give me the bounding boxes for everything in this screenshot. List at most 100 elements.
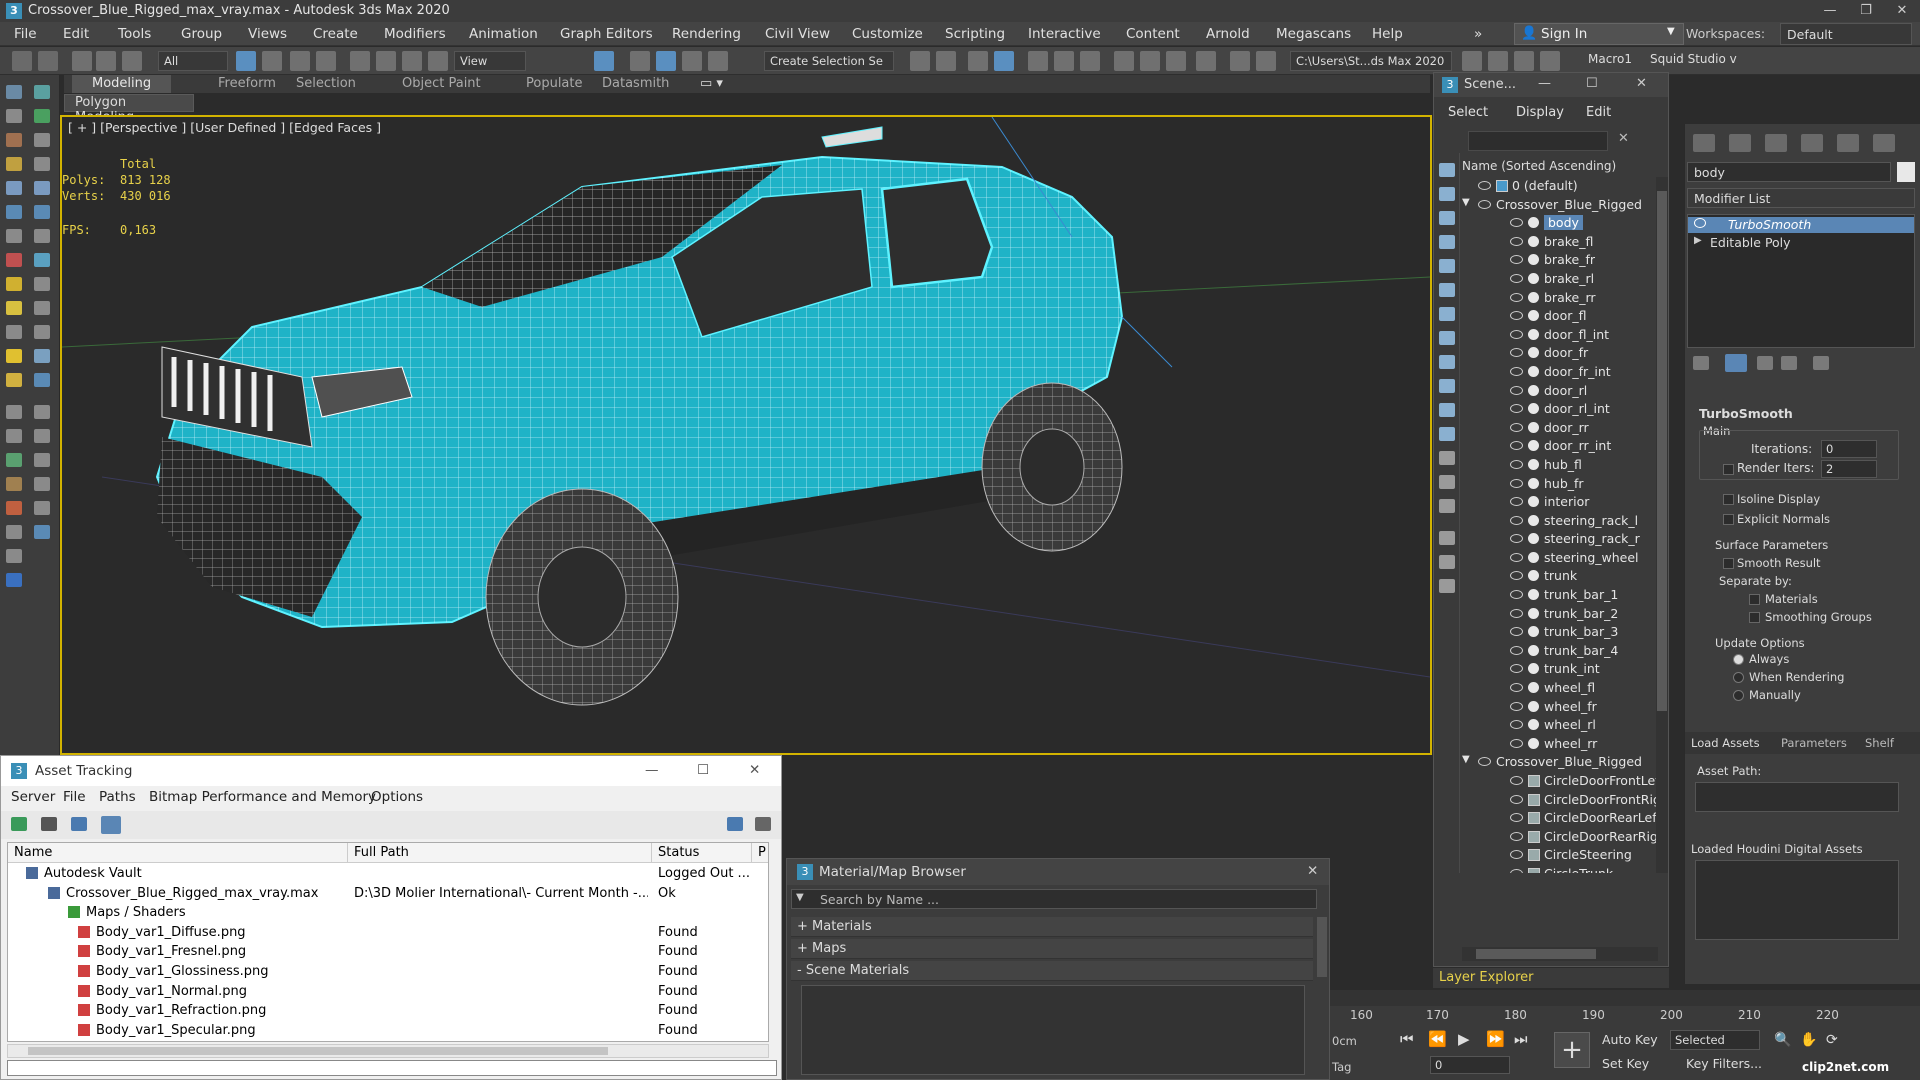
- tab-object-paint[interactable]: Object Paint: [402, 75, 481, 93]
- orbit-icon[interactable]: ⟳: [1826, 1032, 1838, 1048]
- visibility-eye-icon[interactable]: [1510, 831, 1523, 841]
- link-icon[interactable]: [72, 51, 92, 71]
- scene-tree-row[interactable]: trunk_int: [1462, 660, 1658, 679]
- visibility-eye-icon[interactable]: [1510, 273, 1523, 283]
- menu-select[interactable]: Select: [1448, 105, 1488, 120]
- make-unique-icon[interactable]: [1757, 356, 1773, 370]
- render-production-icon[interactable]: [1166, 51, 1186, 71]
- render-dot-icon[interactable]: [1528, 365, 1539, 377]
- current-frame-field[interactable]: 0: [1430, 1056, 1510, 1074]
- scene-tree-row[interactable]: door_fl_int: [1462, 326, 1658, 345]
- render-iters-checkbox[interactable]: [1723, 464, 1734, 475]
- scale-icon[interactable]: [402, 51, 422, 71]
- use-pivot-icon[interactable]: [594, 51, 614, 71]
- display-containers-icon[interactable]: [1439, 379, 1455, 393]
- loop-icon[interactable]: [34, 229, 50, 243]
- render-dot-icon[interactable]: [1528, 514, 1539, 526]
- hscrollbar-thumb[interactable]: [1476, 949, 1596, 959]
- render-dot-icon[interactable]: [1528, 700, 1539, 712]
- filter-icon[interactable]: [6, 549, 22, 563]
- scene-scrollbar[interactable]: [1656, 177, 1668, 873]
- render-dot-icon[interactable]: [1528, 254, 1539, 266]
- layer-explorer-icon[interactable]: [968, 51, 988, 71]
- a360-icon[interactable]: [1256, 51, 1276, 71]
- sign-in-dropdown[interactable]: 👤 Sign In ▼: [1514, 23, 1684, 45]
- go-to-start-icon[interactable]: ⏮: [1400, 1030, 1414, 1048]
- time-slider[interactable]: [1330, 990, 1920, 1006]
- render-dot-icon[interactable]: [1528, 589, 1539, 601]
- table-row[interactable]: Body_var1_Normal.png Found: [8, 982, 768, 1002]
- table-row[interactable]: Maps / Shaders: [8, 903, 768, 923]
- modify-tab-icon[interactable]: [1729, 134, 1751, 152]
- chevron-down-icon[interactable]: ▼: [796, 892, 804, 903]
- visibility-eye-icon[interactable]: [1478, 757, 1491, 767]
- paint-icon[interactable]: [6, 405, 22, 419]
- scene-explorer-header[interactable]: 3 Scene... — ☐ ✕: [1434, 73, 1668, 97]
- rollout-title[interactable]: TurboSmooth: [1699, 406, 1793, 421]
- scene-tree-row[interactable]: door_fr: [1462, 344, 1658, 363]
- schematic-view-icon[interactable]: [1054, 51, 1074, 71]
- render-dot-icon[interactable]: [1528, 737, 1539, 749]
- menu-rendering[interactable]: Rendering: [672, 26, 741, 42]
- menu-customize[interactable]: Customize: [852, 26, 923, 42]
- plugin-icon[interactable]: [6, 477, 22, 491]
- menu-paths[interactable]: Paths: [99, 789, 136, 805]
- element-icon[interactable]: [6, 229, 22, 243]
- project-path-dropdown[interactable]: C:\Users\St...ds Max 2020: [1290, 51, 1452, 71]
- scene-tree-row[interactable]: trunk_bar_2: [1462, 605, 1658, 624]
- name-column-header[interactable]: Name (Sorted Ascending): [1462, 159, 1658, 173]
- render-dot-icon[interactable]: [1528, 719, 1539, 731]
- iterations-spinner[interactable]: 0: [1821, 440, 1877, 458]
- close-button[interactable]: ✕: [1636, 76, 1647, 91]
- scene-tree-row[interactable]: ▼ Crossover_Blue_Rigged: [1462, 753, 1658, 772]
- scene-tree-row[interactable]: trunk_bar_4: [1462, 642, 1658, 661]
- overflow-icon[interactable]: »: [1474, 26, 1482, 42]
- close-button[interactable]: ✕: [1307, 863, 1318, 879]
- key-filters-button[interactable]: Key Filters...: [1686, 1056, 1762, 1076]
- render-dot-icon[interactable]: [1528, 421, 1539, 433]
- display-hidden-icon[interactable]: [1439, 427, 1455, 441]
- rendered-frame-icon[interactable]: [1140, 51, 1160, 71]
- rotate-icon[interactable]: [376, 51, 396, 71]
- scene-tree-row[interactable]: brake_fl: [1462, 233, 1658, 252]
- tab-populate[interactable]: Populate: [526, 75, 583, 93]
- percent-snap-icon[interactable]: [682, 51, 702, 71]
- render-dot-icon[interactable]: [1528, 663, 1539, 675]
- visibility-eye-icon[interactable]: [1478, 199, 1491, 209]
- grow-icon[interactable]: [34, 253, 50, 267]
- perspective-viewport[interactable]: [ + ] [Perspective ] [User Defined ] [Ed…: [60, 115, 1432, 755]
- remove-modifier-icon[interactable]: [1781, 356, 1797, 370]
- undo-icon[interactable]: [12, 51, 32, 71]
- column-header-status[interactable]: Status: [652, 843, 752, 863]
- menu-server[interactable]: Server: [11, 789, 55, 805]
- render-dot-icon[interactable]: [1528, 235, 1539, 247]
- modifier-list-dropdown[interactable]: Modifier List: [1687, 188, 1915, 208]
- visibility-eye-icon[interactable]: [1510, 236, 1523, 246]
- visibility-eye-icon[interactable]: [1510, 515, 1523, 525]
- scene-tree-row[interactable]: 0 (default): [1462, 177, 1658, 196]
- render-dot-icon[interactable]: [1528, 644, 1539, 656]
- render-dot-icon[interactable]: [1528, 533, 1539, 545]
- visibility-eye-icon[interactable]: [1510, 776, 1523, 785]
- key-selection-dropdown[interactable]: Selected: [1670, 1030, 1760, 1050]
- asset-path-field[interactable]: [1695, 782, 1899, 812]
- section-materials[interactable]: + Materials: [791, 917, 1313, 937]
- hscrollbar-thumb[interactable]: [28, 1047, 608, 1055]
- eye-icon[interactable]: [34, 349, 50, 363]
- visibility-eye-icon[interactable]: [1510, 534, 1523, 544]
- utilities-tab-icon[interactable]: [1873, 134, 1895, 152]
- edge-icon[interactable]: [34, 181, 50, 195]
- auto-key-button[interactable]: Auto Key: [1602, 1032, 1658, 1052]
- texture-icon[interactable]: [34, 501, 50, 515]
- ribbon-options-icon[interactable]: ▭ ▾: [700, 75, 723, 93]
- visibility-eye-icon[interactable]: [1510, 701, 1523, 711]
- scene-tree-row[interactable]: trunk_bar_3: [1462, 623, 1658, 642]
- maximize-button[interactable]: ☐: [697, 762, 709, 778]
- ring-icon[interactable]: [6, 253, 22, 267]
- selection-filter-dropdown[interactable]: All: [158, 51, 228, 71]
- eye-icon[interactable]: [1694, 218, 1706, 228]
- window-crossing-icon[interactable]: [316, 51, 336, 71]
- unlink-icon[interactable]: [96, 51, 116, 71]
- settings-icon[interactable]: [1540, 51, 1560, 71]
- save-icon[interactable]: [1488, 51, 1508, 71]
